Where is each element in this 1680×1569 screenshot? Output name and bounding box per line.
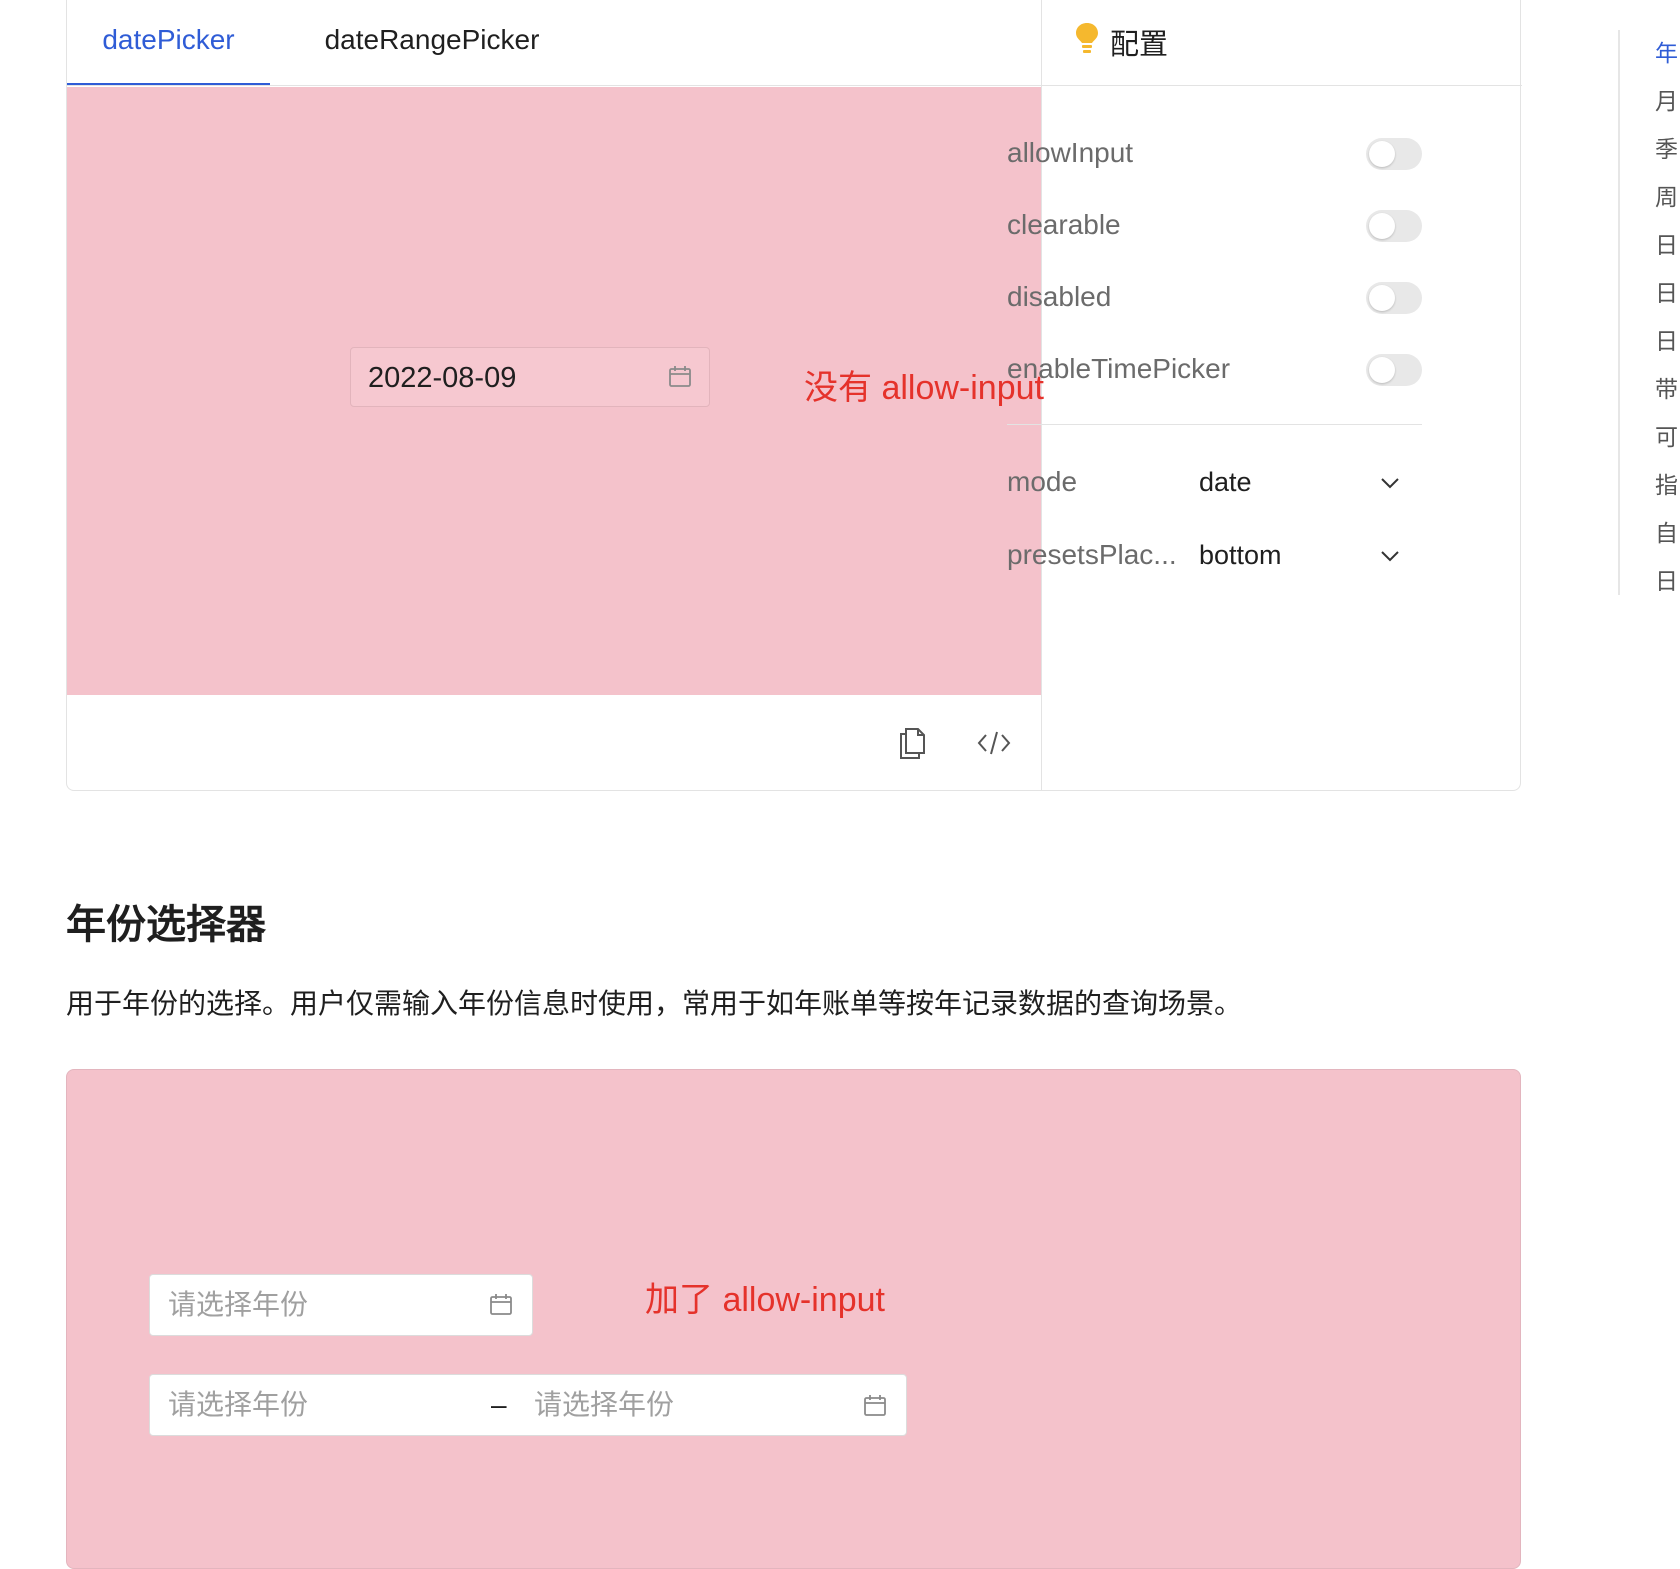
tab-datepicker[interactable]: datePicker: [67, 0, 270, 85]
anchor-item[interactable]: 日: [1655, 322, 1678, 356]
calendar-icon[interactable]: [488, 1292, 514, 1318]
anchor-item[interactable]: 自: [1655, 514, 1678, 548]
disabled-toggle[interactable]: [1366, 282, 1422, 314]
chevron-down-icon[interactable]: [1379, 472, 1401, 494]
config-row-presetsplacement[interactable]: presetsPlac... bottom: [1007, 535, 1422, 575]
anchor-item[interactable]: 日: [1655, 562, 1678, 595]
anchor-nav: 年 月 季 周 日 日 日 带 可 指 自 日: [1618, 30, 1680, 595]
range-start-placeholder[interactable]: 请选择年份: [168, 1375, 308, 1435]
anchor-item[interactable]: 季: [1655, 130, 1678, 164]
year-input-placeholder: 请选择年份: [168, 1289, 309, 1320]
config-label: presetsPlac...: [1007, 539, 1177, 570]
chevron-down-icon[interactable]: [1379, 545, 1401, 567]
presets-select-value[interactable]: bottom: [1199, 535, 1282, 575]
anchor-item[interactable]: 月: [1655, 82, 1678, 116]
config-label: allowInput: [1007, 137, 1134, 168]
section-title: 年份选择器: [66, 903, 266, 947]
mode-select-value[interactable]: date: [1199, 462, 1252, 502]
anchor-item[interactable]: 带: [1655, 370, 1678, 404]
anchor-active-marker: [1618, 30, 1620, 67]
tab-bar: datePicker dateRangePicker: [67, 0, 1041, 86]
card-footer: [67, 695, 1041, 792]
allowinput-toggle[interactable]: [1366, 138, 1422, 170]
config-row-allowinput: allowInput: [1007, 133, 1422, 173]
calendar-icon[interactable]: [667, 364, 693, 390]
clearable-toggle[interactable]: [1366, 210, 1422, 242]
anchor-item[interactable]: 周: [1655, 178, 1678, 212]
config-label: disabled: [1007, 281, 1112, 312]
year-input[interactable]: 请选择年份: [149, 1274, 533, 1336]
enabletimepicker-toggle[interactable]: [1366, 354, 1422, 386]
config-divider: [1007, 424, 1422, 425]
anchor-item[interactable]: 指: [1655, 466, 1678, 500]
anchor-item[interactable]: 日: [1655, 274, 1678, 308]
range-separator: –: [491, 1389, 507, 1420]
config-label: clearable: [1007, 209, 1121, 240]
annotation-allow-input: 加了 allow-input: [645, 1281, 885, 1319]
year-range-input[interactable]: 请选择年份 – 请选择年份: [149, 1374, 907, 1436]
config-row-mode[interactable]: mode date: [1007, 462, 1422, 502]
anchor-item[interactable]: 可: [1655, 418, 1678, 452]
copy-icon[interactable]: [897, 725, 929, 761]
config-row-clearable: clearable: [1007, 205, 1422, 245]
config-label: enableTimePicker: [1007, 353, 1231, 384]
range-end-placeholder[interactable]: 请选择年份: [534, 1375, 674, 1435]
code-icon[interactable]: [976, 725, 1011, 761]
config-label: mode: [1007, 466, 1078, 497]
config-row-disabled: disabled: [1007, 277, 1422, 317]
date-input-value: 2022-08-09: [368, 362, 517, 394]
config-header: 配置: [1042, 0, 1522, 86]
config-title: 配置: [1110, 29, 1169, 61]
anchor-item[interactable]: 年: [1655, 34, 1678, 68]
calendar-icon[interactable]: [862, 1393, 888, 1419]
lightbulb-icon: [1074, 21, 1100, 55]
preview-area: 2022-08-09 没有 allow-input: [67, 87, 1044, 695]
tab-daterangepicker[interactable]: dateRangePicker: [302, 0, 562, 83]
demo-preview-panel: datePicker dateRangePicker 2022-08-09 没有…: [67, 0, 1044, 792]
year-picker-demo: 请选择年份 加了 allow-input 请选择年份 – 请选择年份: [66, 1069, 1521, 1569]
anchor-item[interactable]: 日: [1655, 226, 1678, 260]
date-input[interactable]: 2022-08-09: [350, 347, 710, 407]
demo-card: datePicker dateRangePicker 2022-08-09 没有…: [66, 0, 1522, 792]
section-description: 用于年份的选择。用户仅需输入年份信息时使用，常用于如年账单等按年记录数据的查询场…: [66, 988, 1243, 1019]
config-row-enabletimepicker: enableTimePicker: [1007, 349, 1422, 389]
